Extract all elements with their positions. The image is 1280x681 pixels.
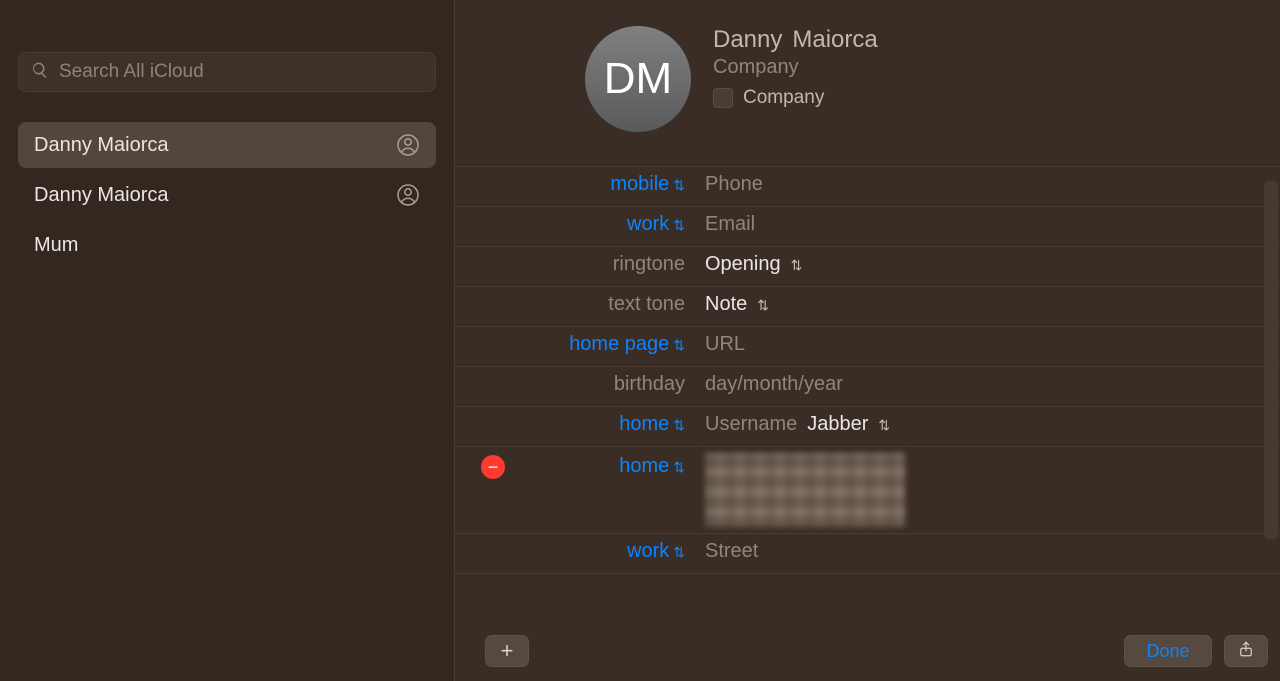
url-input[interactable]: URL [705,333,745,356]
chevron-updown-icon: ⇅ [791,258,803,272]
ringtone-label: ringtone [613,253,685,276]
texttone-label: text tone [608,293,685,316]
birthday-row: − birthday day/month/year [455,367,1280,407]
address-home-row: − home ⇅ [455,447,1280,534]
birthday-label: birthday [614,373,685,396]
first-name-field[interactable]: Danny [713,26,782,54]
email-row: − work⇅ Email [455,207,1280,247]
im-username-input[interactable]: Username [705,413,797,436]
contact-list: Danny Maiorca Danny Maiorca Mum [18,122,436,268]
phone-row: − mobile⇅ Phone [455,167,1280,207]
company-checkbox[interactable] [713,88,733,108]
contact-header: DM Danny Maiorca Company Company [585,0,1280,146]
contact-name: Danny Maiorca [34,134,169,157]
street-input[interactable]: Street [705,540,758,563]
person-circle-icon [396,183,420,207]
homepage-label-select[interactable]: home page [569,333,669,356]
done-button[interactable]: Done [1124,635,1212,667]
im-label-select[interactable]: home [619,413,669,436]
texttone-row: − text tone Note⇅ [455,287,1280,327]
company-checkbox-label: Company [743,87,824,109]
scrollbar[interactable] [1264,180,1278,540]
phone-input[interactable]: Phone [705,173,763,196]
contact-fields: − mobile⇅ Phone − work⇅ Email − ringtone… [455,166,1280,574]
birthday-input[interactable]: day/month/year [705,373,843,396]
ringtone-row: − ringtone Opening⇅ [455,247,1280,287]
contact-detail-pane: DM Danny Maiorca Company Company − mobil… [455,0,1280,681]
search-icon [31,61,49,84]
last-name-field[interactable]: Maiorca [792,26,877,54]
ringtone-select[interactable]: Opening [705,253,781,276]
address-work-label-select[interactable]: work [627,540,669,563]
email-input[interactable]: Email [705,213,755,236]
contact-item-mum[interactable]: Mum [18,222,436,268]
phone-label-select[interactable]: mobile [610,173,669,196]
remove-icon[interactable]: − [481,455,505,479]
add-button[interactable]: + [485,635,529,667]
plus-icon: + [501,638,514,664]
contact-name: Danny Maiorca [34,184,169,207]
im-service-select[interactable]: Jabber [807,413,868,436]
contact-name: Mum [34,234,78,257]
chevron-updown-icon: ⇅ [673,218,685,232]
footer-toolbar: + Done [455,635,1268,667]
contact-item-danny-maiorca-2[interactable]: Danny Maiorca [18,172,436,218]
search-input[interactable] [59,61,423,83]
chevron-updown-icon: ⇅ [878,418,890,432]
chevron-updown-icon: ⇅ [673,545,685,559]
company-field[interactable]: Company [713,56,878,79]
email-label-select[interactable]: work [627,213,669,236]
chevron-updown-icon: ⇅ [673,418,685,432]
address-home-label-select[interactable]: home [619,455,669,478]
chevron-updown-icon: ⇅ [673,338,685,352]
chevron-updown-icon: ⇅ [673,178,685,192]
share-icon [1237,639,1255,664]
person-circle-icon [396,133,420,157]
share-button[interactable] [1224,635,1268,667]
address-home-value[interactable] [705,453,905,527]
homepage-row: − home page⇅ URL [455,327,1280,367]
sidebar: Danny Maiorca Danny Maiorca Mum [0,0,455,681]
texttone-select[interactable]: Note [705,293,747,316]
address-work-row: − work⇅ Street [455,534,1280,574]
avatar[interactable]: DM [585,26,691,132]
search-field[interactable] [18,52,436,92]
contact-item-danny-maiorca-1[interactable]: Danny Maiorca [18,122,436,168]
chevron-updown-icon: ⇅ [757,298,769,312]
im-row: − home⇅ Username Jabber⇅ [455,407,1280,447]
chevron-updown-icon: ⇅ [673,460,685,474]
